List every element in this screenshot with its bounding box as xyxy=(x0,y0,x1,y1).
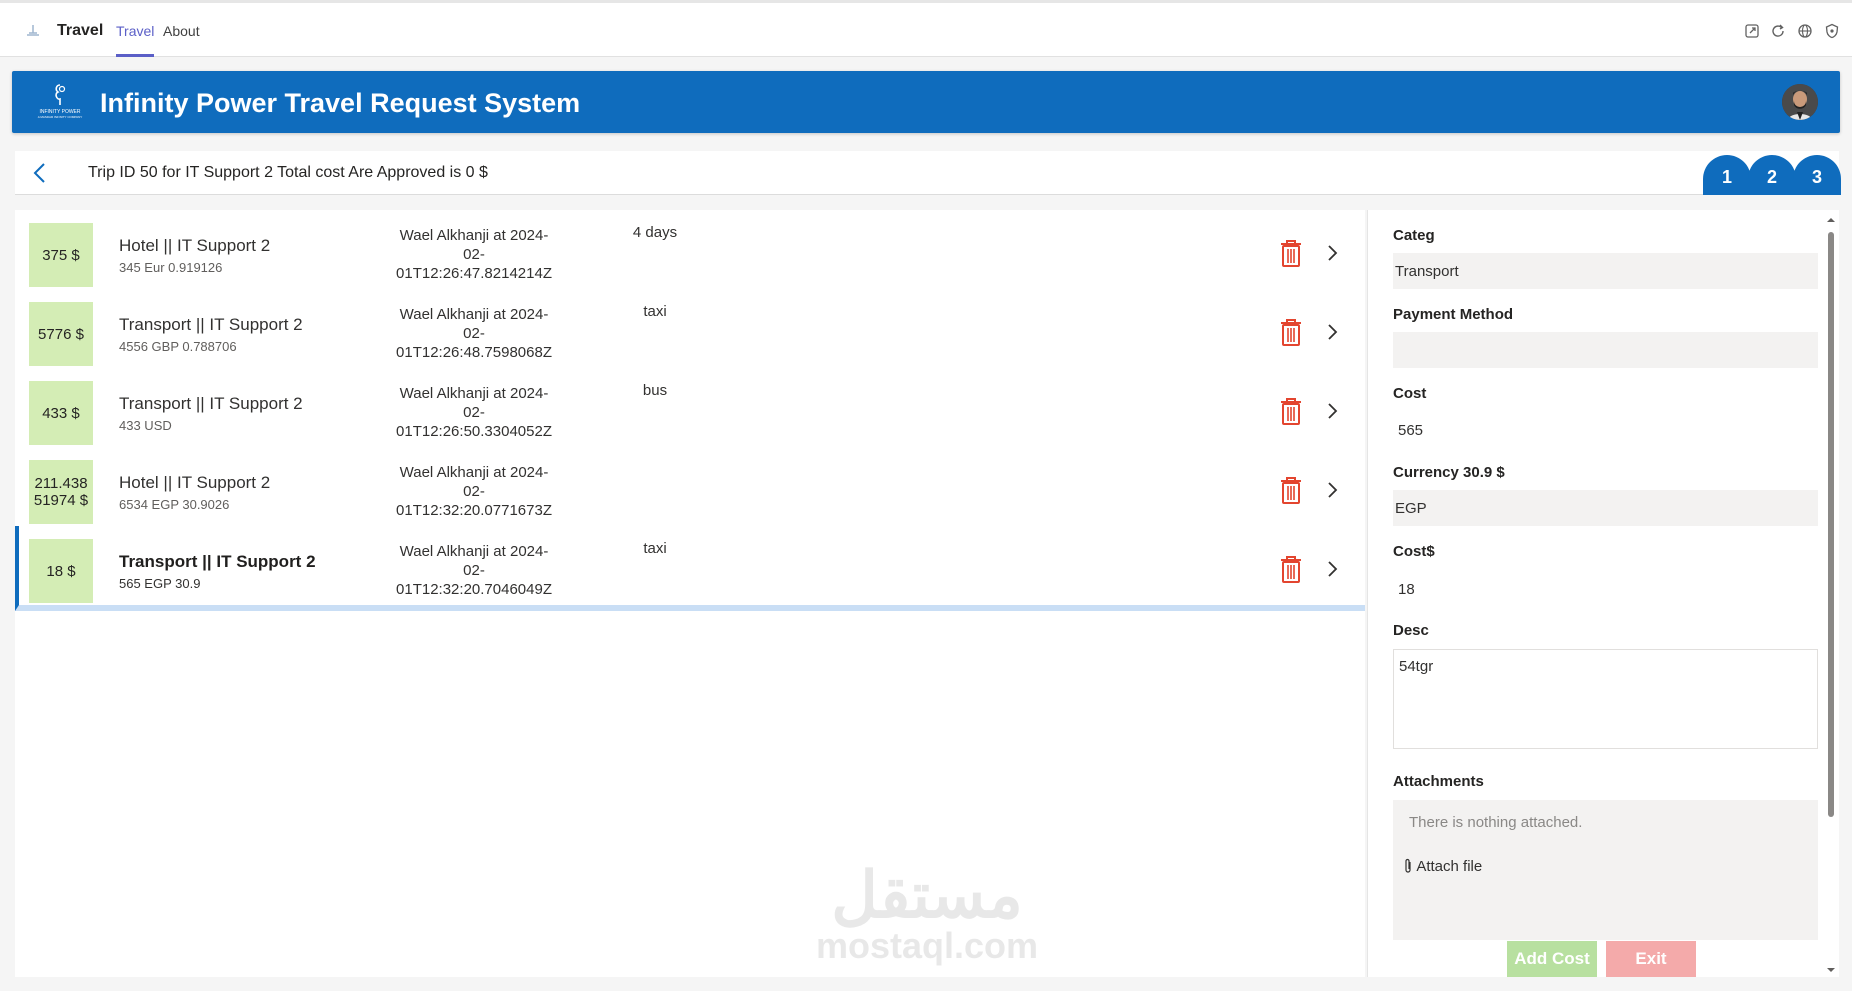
shield-icon[interactable] xyxy=(1824,23,1840,39)
cost-field[interactable]: 565 xyxy=(1398,422,1423,439)
cost-row-selected[interactable]: 18 $ Transport || IT Support 2 565 EGP 3… xyxy=(15,526,1365,611)
step-2-button[interactable]: 2 xyxy=(1748,155,1796,195)
cost-detail-form: Categ Transport Payment Method Cost 565 … xyxy=(1367,210,1839,977)
user-avatar[interactable] xyxy=(1782,84,1818,120)
cost-row[interactable]: 433 $ Transport || IT Support 2 433 USD … xyxy=(15,368,1365,453)
trip-summary: Trip ID 50 for IT Support 2 Total cost A… xyxy=(88,164,488,181)
app-name: Travel xyxy=(57,22,104,39)
trip-header: Trip ID 50 for IT Support 2 Total cost A… xyxy=(15,151,1841,195)
trash-icon[interactable] xyxy=(1278,475,1304,505)
amount-value: 433 $ xyxy=(42,404,80,422)
payment-method-label: Payment Method xyxy=(1393,306,1514,323)
amount-badge: 5776 $ xyxy=(29,302,93,366)
add-cost-button[interactable]: Add Cost xyxy=(1507,941,1597,977)
amount-badge: 375 $ xyxy=(29,223,93,287)
app-banner: INFINITY POWER A MASDAR INFINITY COMPANY… xyxy=(12,71,1840,133)
row-note: taxi xyxy=(643,303,667,320)
app-logo-icon xyxy=(27,25,39,36)
watermark-latin: mostaql.com xyxy=(815,925,1039,966)
row-author: Wael Alkhanji at 2024-02-01T12:26:48.759… xyxy=(396,306,552,361)
globe-icon[interactable] xyxy=(1797,23,1813,39)
trash-icon[interactable] xyxy=(1278,396,1304,426)
row-note: 4 days xyxy=(632,224,678,241)
amount-value-usd: 51974 $ xyxy=(33,492,89,509)
row-note: taxi xyxy=(643,540,667,557)
row-subtitle: 565 EGP 30.9 xyxy=(119,576,201,591)
paperclip-icon xyxy=(1405,858,1411,873)
cost-usd-field[interactable]: 18 xyxy=(1398,581,1415,598)
attach-file-button[interactable]: Attach file xyxy=(1403,858,1482,875)
categ-field[interactable]: Transport xyxy=(1393,253,1818,289)
attachments-area: There is nothing attached. Attach file xyxy=(1393,800,1818,940)
desc-label: Desc xyxy=(1393,622,1429,639)
attach-file-label: Attach file xyxy=(1416,858,1483,875)
row-subtitle: 4556 GBP 0.788706 xyxy=(119,339,237,354)
cost-row[interactable]: 5776 $ Transport || IT Support 2 4556 GB… xyxy=(15,289,1365,374)
chevron-right-icon[interactable] xyxy=(1324,321,1340,343)
payment-method-field[interactable] xyxy=(1393,332,1818,368)
row-title: Transport || IT Support 2 xyxy=(119,552,316,571)
company-logo: INFINITY POWER A MASDAR INFINITY COMPANY xyxy=(38,84,83,119)
row-title: Hotel || IT Support 2 xyxy=(119,236,271,255)
watermark-arabic: مستقل xyxy=(831,859,1023,931)
amount-value: 211.438 xyxy=(34,475,88,492)
attachments-empty-text: There is nothing attached. xyxy=(1409,814,1583,831)
amount-value: 375 $ xyxy=(42,246,80,264)
scrollbar-thumb[interactable] xyxy=(1828,232,1834,817)
row-title: Transport || IT Support 2 xyxy=(119,315,303,334)
row-subtitle: 345 Eur 0.919126 xyxy=(119,260,223,275)
step-1-button[interactable]: 1 xyxy=(1703,155,1751,195)
cost-list: 375 $ Hotel || IT Support 2 345 Eur 0.91… xyxy=(15,210,1365,977)
tab-travel[interactable]: Travel xyxy=(116,23,155,57)
row-author: Wael Alkhanji at 2024-02-01T12:32:20.077… xyxy=(396,464,552,519)
cost-row[interactable]: 375 $ Hotel || IT Support 2 345 Eur 0.91… xyxy=(15,210,1365,295)
refresh-icon[interactable] xyxy=(1770,23,1786,39)
chevron-right-icon[interactable] xyxy=(1324,479,1340,501)
cost-label: Cost xyxy=(1393,385,1427,402)
cost-usd-label: Cost$ xyxy=(1393,543,1435,560)
banner-title: Infinity Power Travel Request System xyxy=(100,88,581,118)
row-title: Hotel || IT Support 2 xyxy=(119,473,271,492)
amount-badge: 433 $ xyxy=(29,381,93,445)
watermark: مستقل mostaql.com xyxy=(812,862,1042,964)
desc-field[interactable]: 54tgr xyxy=(1393,649,1818,749)
attachments-label: Attachments xyxy=(1393,773,1484,790)
trash-icon[interactable] xyxy=(1278,238,1304,268)
trash-icon[interactable] xyxy=(1278,317,1304,347)
amount-badge: 211.438 51974 $ xyxy=(29,460,93,524)
tab-about[interactable]: About xyxy=(163,23,200,57)
amount-value: 18 $ xyxy=(46,562,76,580)
back-arrow-icon[interactable] xyxy=(29,161,51,185)
amount-badge: 18 $ xyxy=(29,539,93,603)
row-note: bus xyxy=(642,382,668,399)
scroll-down-icon[interactable] xyxy=(1826,966,1836,974)
chevron-right-icon[interactable] xyxy=(1324,242,1340,264)
row-title: Transport || IT Support 2 xyxy=(119,394,303,413)
currency-field[interactable]: EGP xyxy=(1393,490,1818,526)
cost-row[interactable]: 211.438 51974 $ Hotel || IT Support 2 65… xyxy=(15,447,1365,532)
chevron-right-icon[interactable] xyxy=(1324,400,1340,422)
categ-label: Categ xyxy=(1393,227,1435,244)
scroll-up-icon[interactable] xyxy=(1826,216,1836,224)
svg-text:A MASDAR INFINITY COMPANY: A MASDAR INFINITY COMPANY xyxy=(38,115,83,119)
currency-label: Currency 30.9 $ xyxy=(1393,464,1505,481)
form-scrollbar[interactable] xyxy=(1826,216,1836,974)
row-subtitle: 6534 EGP 30.9026 xyxy=(119,497,230,512)
step-3-button[interactable]: 3 xyxy=(1793,155,1841,195)
app-topbar: Travel Travel About xyxy=(0,0,1852,57)
chevron-right-icon[interactable] xyxy=(1324,558,1340,580)
row-subtitle: 433 USD xyxy=(119,418,172,433)
row-author: Wael Alkhanji at 2024-02-01T12:26:47.821… xyxy=(396,227,552,282)
row-author: Wael Alkhanji at 2024-02-01T12:26:50.330… xyxy=(396,385,552,440)
row-author: Wael Alkhanji at 2024-02-01T12:32:20.704… xyxy=(396,543,552,598)
avatar-image xyxy=(1782,84,1818,120)
popout-icon[interactable] xyxy=(1744,23,1760,39)
exit-button[interactable]: Exit xyxy=(1606,941,1696,977)
amount-value: 5776 $ xyxy=(38,325,84,343)
trash-icon[interactable] xyxy=(1278,554,1304,584)
